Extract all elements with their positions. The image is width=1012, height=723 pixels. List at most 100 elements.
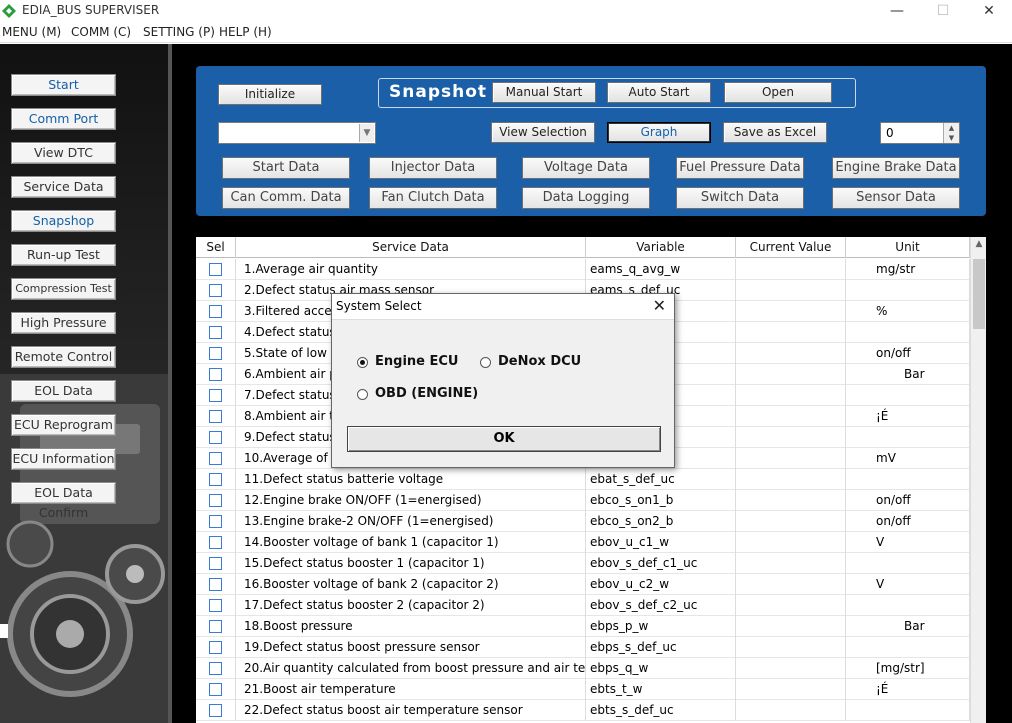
table-row[interactable]: 16.Booster voltage of bank 2 (capacitor … [196,574,970,595]
radio-label-engine-ecu[interactable]: Engine ECU [375,354,458,369]
sidebar-button-4[interactable]: Snapshop [11,210,116,232]
col-sel[interactable]: Sel [196,237,236,258]
auto-start-button[interactable]: Auto Start [607,82,711,103]
row-checkbox[interactable] [209,263,222,276]
table-row[interactable]: 14.Booster voltage of bank 1 (capacitor … [196,532,970,553]
row-checkbox[interactable] [209,431,222,444]
row-checkbox[interactable] [209,410,222,423]
radio-obd-engine[interactable] [357,389,368,400]
row-select-cell [196,553,236,574]
row-checkbox[interactable] [209,473,222,486]
row-checkbox[interactable] [209,578,222,591]
menu-setting[interactable]: SETTING (P) [143,25,215,39]
sidebar-button-1[interactable]: Comm Port [11,108,116,130]
row-checkbox[interactable] [209,494,222,507]
row-checkbox[interactable] [209,620,222,633]
close-window-button[interactable]: ✕ [966,0,1012,22]
row-checkbox[interactable] [209,452,222,465]
menu-help[interactable]: HELP (H) [219,25,272,39]
category-button-7[interactable]: Data Logging [522,187,650,209]
row-unit: [mg/str] [846,658,970,679]
row-checkbox[interactable] [209,704,222,717]
sidebar-button-10[interactable]: ECU Reprogram [11,414,116,436]
col-unit[interactable]: Unit [846,237,970,258]
sidebar-button-7[interactable]: High Pressure [11,312,116,334]
col-variable[interactable]: Variable [586,237,736,258]
maximize-button[interactable]: ☐ [920,0,966,22]
minimize-button[interactable]: — [874,0,920,22]
table-row[interactable]: 12.Engine brake ON/OFF (1=energised) ebco… [196,490,970,511]
table-row[interactable]: 11.Defect status batterie voltage ebat_s_… [196,469,970,490]
sidebar-button-5[interactable]: Run-up Test [11,244,116,266]
sidebar-button-12[interactable]: EOL Data Confirm [11,482,116,520]
row-checkbox[interactable] [209,683,222,696]
category-button-0[interactable]: Start Data [222,157,350,179]
row-checkbox[interactable] [209,662,222,675]
row-checkbox[interactable] [209,536,222,549]
table-row[interactable]: 1.Average air quantity eams_q_avg_w mg/str [196,259,970,280]
radio-label-obd-engine[interactable]: OBD (ENGINE) [375,386,478,401]
sidebar-button-0[interactable]: Start [11,74,116,96]
table-row[interactable]: 22.Defect status boost air temperature s… [196,700,970,721]
table-row[interactable]: 20.Air quantity calculated from boost pr… [196,658,970,679]
sidebar-button-11[interactable]: ECU Information [11,448,116,470]
category-button-5[interactable]: Can Comm. Data [222,187,350,209]
row-checkbox[interactable] [209,389,222,402]
view-selection-button[interactable]: View Selection [491,122,595,143]
system-combo-box[interactable]: ▼ [218,122,376,144]
graph-button[interactable]: Graph [607,122,711,143]
row-checkbox[interactable] [209,347,222,360]
table-row[interactable]: 15.Defect status booster 1 (capacitor 1)… [196,553,970,574]
category-button-1[interactable]: Injector Data [369,157,497,179]
table-row[interactable]: 13.Engine brake-2 ON/OFF (1=energised) eb… [196,511,970,532]
radio-denox-dcu[interactable] [480,357,491,368]
table-row[interactable]: 18.Boost pressure ebps_p_w Bar [196,616,970,637]
ok-button[interactable]: OK [347,426,661,452]
scroll-up-icon[interactable]: ▲ [971,239,987,249]
initialize-button[interactable]: Initialize [218,84,322,105]
spin-down-icon[interactable]: ▼ [944,133,959,143]
radio-label-denox-dcu[interactable]: DeNox DCU [498,354,581,369]
row-checkbox[interactable] [209,599,222,612]
col-service-data[interactable]: Service Data [236,237,586,258]
sidebar-button-9[interactable]: EOL Data [11,380,116,402]
row-checkbox[interactable] [209,515,222,528]
row-unit [846,280,970,301]
radio-engine-ecu[interactable] [357,357,368,368]
row-checkbox[interactable] [209,368,222,381]
category-button-9[interactable]: Sensor Data [832,187,960,209]
col-current-value[interactable]: Current Value [736,237,846,258]
open-button[interactable]: Open [724,82,832,103]
table-row[interactable]: 21.Boost air temperature ebts_t_w ¡É [196,679,970,700]
row-checkbox[interactable] [209,641,222,654]
row-unit: Bar [846,616,970,637]
manual-start-button[interactable]: Manual Start [492,82,596,103]
row-checkbox[interactable] [209,284,222,297]
category-button-3[interactable]: Fuel Pressure Data [676,157,804,179]
dialog-close-icon[interactable]: ✕ [653,296,666,315]
row-checkbox[interactable] [209,557,222,570]
sidebar-button-8[interactable]: Remote Control [11,346,116,368]
save-as-excel-button[interactable]: Save as Excel [723,122,827,143]
row-current-value [736,280,846,301]
row-unit: on/off [846,511,970,532]
sidebar-button-6[interactable]: Compression Test [11,278,116,300]
sidebar-button-3[interactable]: Service Data [11,176,116,198]
row-checkbox[interactable] [209,326,222,339]
chevron-down-icon[interactable]: ▼ [359,124,374,142]
row-service-data: 20.Air quantity calculated from boost pr… [236,658,586,679]
category-button-8[interactable]: Switch Data [676,187,804,209]
row-checkbox[interactable] [209,305,222,318]
interval-spinbox[interactable]: 0 ▲ ▼ [880,122,960,144]
table-row[interactable]: 17.Defect status booster 2 (capacitor 2)… [196,595,970,616]
scrollbar-thumb[interactable] [973,259,985,329]
category-button-2[interactable]: Voltage Data [522,157,650,179]
table-scrollbar[interactable]: ▲ [970,237,986,723]
spin-up-icon[interactable]: ▲ [944,123,959,133]
table-row[interactable]: 19.Defect status boost pressure sensor eb… [196,637,970,658]
menu-comm[interactable]: COMM (C) [71,25,131,39]
category-button-4[interactable]: Engine Brake Data [832,157,960,179]
sidebar-button-2[interactable]: View DTC [11,142,116,164]
category-button-6[interactable]: Fan Clutch Data [369,187,497,209]
menu-menu[interactable]: MENU (M) [2,25,61,39]
